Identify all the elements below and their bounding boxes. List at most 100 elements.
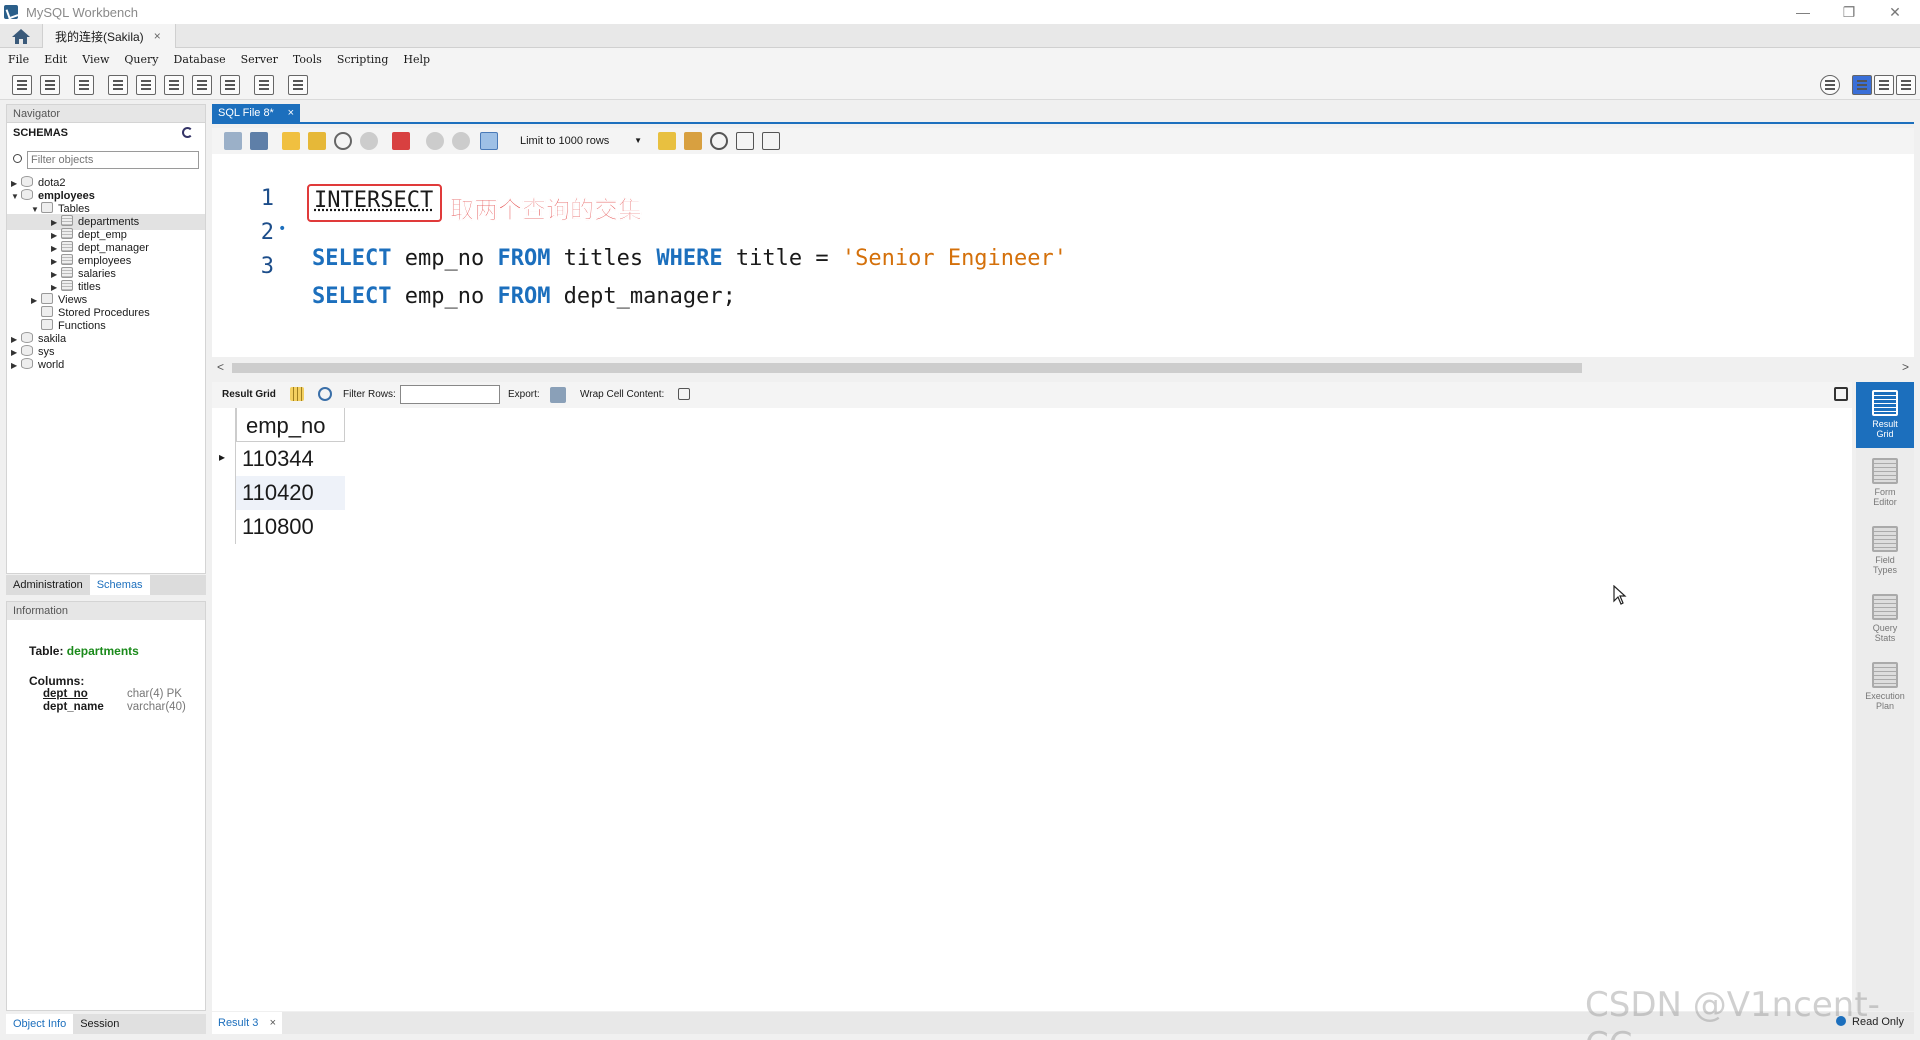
table-icon (61, 228, 73, 239)
filter-objects-input[interactable] (27, 151, 199, 169)
toggle-output-icon[interactable] (1874, 75, 1894, 95)
database-icon (21, 332, 33, 343)
stop-icon[interactable] (360, 132, 378, 150)
limit-rows-select[interactable]: Limit to 1000 rows ▼ (516, 132, 646, 150)
title-bar: MySQL Workbench — ❐ ✕ (0, 0, 1920, 24)
inspect-object-icon[interactable] (74, 75, 94, 95)
limit-rows-value: Limit to 1000 rows (520, 135, 610, 147)
code-text: SELECT emp_no FROM dept_manager; (312, 284, 736, 309)
connection-tab[interactable]: 我的连接(Sakila) × (42, 24, 176, 48)
row-header[interactable] (212, 510, 236, 544)
settings-icon[interactable] (1820, 75, 1840, 95)
result-tab[interactable]: Result 3 × (212, 1012, 282, 1034)
wrap-lines-icon[interactable] (762, 132, 780, 150)
menu-database[interactable]: Database (174, 53, 226, 66)
query-stats-button[interactable]: Query Stats (1856, 586, 1914, 652)
toggle-panel-icon[interactable] (1834, 387, 1848, 401)
export-icon[interactable] (550, 387, 566, 403)
new-sql-tab-icon[interactable] (12, 75, 32, 95)
open-file-icon[interactable] (224, 132, 242, 150)
refresh-icon[interactable] (182, 127, 193, 138)
create-schema-icon[interactable] (108, 75, 128, 95)
scroll-right-icon[interactable]: > (1902, 360, 1909, 374)
execution-plan-button[interactable]: Execution Plan (1856, 654, 1914, 720)
add-snippet-icon[interactable] (658, 132, 676, 150)
column-row: dept_name varchar(40) (43, 701, 186, 714)
close-sql-tab-icon[interactable]: × (288, 104, 294, 122)
search-table-data-icon[interactable] (254, 75, 274, 95)
tab-session[interactable]: Session (73, 1014, 126, 1034)
grid-icon[interactable] (290, 387, 304, 401)
create-function-icon[interactable] (220, 75, 240, 95)
refresh-icon[interactable] (318, 387, 332, 401)
table-icon (61, 215, 73, 226)
tab-object-info[interactable]: Object Info (6, 1014, 74, 1034)
save-icon[interactable] (250, 132, 268, 150)
schema-world[interactable]: ▶ world (11, 357, 64, 373)
create-procedure-icon[interactable] (192, 75, 212, 95)
invisible-chars-icon[interactable] (736, 132, 754, 150)
horizontal-scrollbar[interactable]: < > (212, 358, 1914, 378)
menu-server[interactable]: Server (241, 53, 278, 66)
create-table-icon[interactable] (136, 75, 156, 95)
table-cell[interactable]: 110800 (236, 510, 345, 544)
intersect-highlight-box: INTERSECT (307, 184, 442, 222)
table-icon (61, 254, 73, 265)
find-icon[interactable] (710, 132, 728, 150)
menu-edit[interactable]: Edit (44, 53, 67, 66)
column-header-emp-no[interactable]: emp_no (236, 408, 345, 442)
folder-icon (41, 293, 53, 304)
field-types-button[interactable]: Field Types (1856, 518, 1914, 584)
close-connection-icon[interactable]: × (154, 29, 161, 43)
explain-icon[interactable] (334, 132, 352, 150)
tab-schemas[interactable]: Schemas (89, 575, 150, 595)
menu-query[interactable]: Query (124, 53, 158, 66)
execute-icon[interactable] (282, 132, 300, 150)
commit-icon[interactable] (426, 132, 444, 150)
intersect-keyword: INTERSECT (314, 188, 434, 213)
menu-view[interactable]: View (82, 53, 109, 66)
code-line-3: 3 SELECT emp_no FROM dept_manager; (212, 222, 736, 309)
menu-scripting[interactable]: Scripting (337, 53, 389, 66)
menu-tools[interactable]: Tools (293, 53, 322, 66)
filter-rows-input[interactable] (400, 385, 500, 404)
execute-current-icon[interactable] (308, 132, 326, 150)
toggle-sidebar-icon[interactable] (1852, 75, 1872, 95)
result-grid-label[interactable]: Result Grid (222, 389, 276, 400)
menu-help[interactable]: Help (403, 53, 430, 66)
row-header[interactable] (212, 442, 236, 476)
wrap-icon[interactable] (678, 388, 690, 400)
code-line-1: 1 • SELECT emp_no FROM titles WHERE titl… (212, 154, 1067, 271)
scrollbar-thumb[interactable] (232, 363, 1582, 373)
table-cell[interactable]: 110344 (236, 442, 345, 476)
menu-file[interactable]: File (8, 53, 29, 66)
open-sql-script-icon[interactable] (40, 75, 60, 95)
column-type: varchar(40) (127, 701, 186, 713)
beautify-icon[interactable] (684, 132, 702, 150)
information-header: Information (7, 602, 205, 620)
rollback-icon[interactable] (452, 132, 470, 150)
sql-editor[interactable]: 1 • SELECT emp_no FROM titles WHERE titl… (212, 154, 1914, 357)
close-result-tab-icon[interactable]: × (270, 1012, 276, 1034)
toggle-secondary-sidebar-icon[interactable] (1896, 75, 1916, 95)
restore-button[interactable]: ❐ (1826, 0, 1872, 24)
row-header[interactable] (212, 476, 236, 510)
scroll-left-icon[interactable]: < (217, 360, 224, 374)
sql-file-tab[interactable]: SQL File 8* × (212, 104, 300, 122)
code-text: SELECT emp_no FROM titles WHERE title = … (312, 246, 1068, 271)
chevron-down-icon: ▼ (634, 136, 642, 145)
database-icon (21, 358, 33, 369)
form-editor-button[interactable]: Form Editor (1856, 450, 1914, 516)
table-cell[interactable]: 110420 (236, 476, 345, 510)
toggle-error-icon[interactable] (392, 132, 410, 150)
create-view-icon[interactable] (164, 75, 184, 95)
home-icon[interactable] (10, 27, 32, 45)
folder-icon (41, 319, 53, 330)
result-grid-button[interactable]: Result Grid (1856, 382, 1914, 448)
reconnect-icon[interactable] (288, 75, 308, 95)
minimize-button[interactable]: — (1780, 0, 1826, 24)
autocommit-icon[interactable] (480, 132, 498, 150)
column-type: char(4) PK (127, 688, 182, 700)
close-button[interactable]: ✕ (1872, 0, 1918, 24)
tab-administration[interactable]: Administration (6, 575, 90, 595)
